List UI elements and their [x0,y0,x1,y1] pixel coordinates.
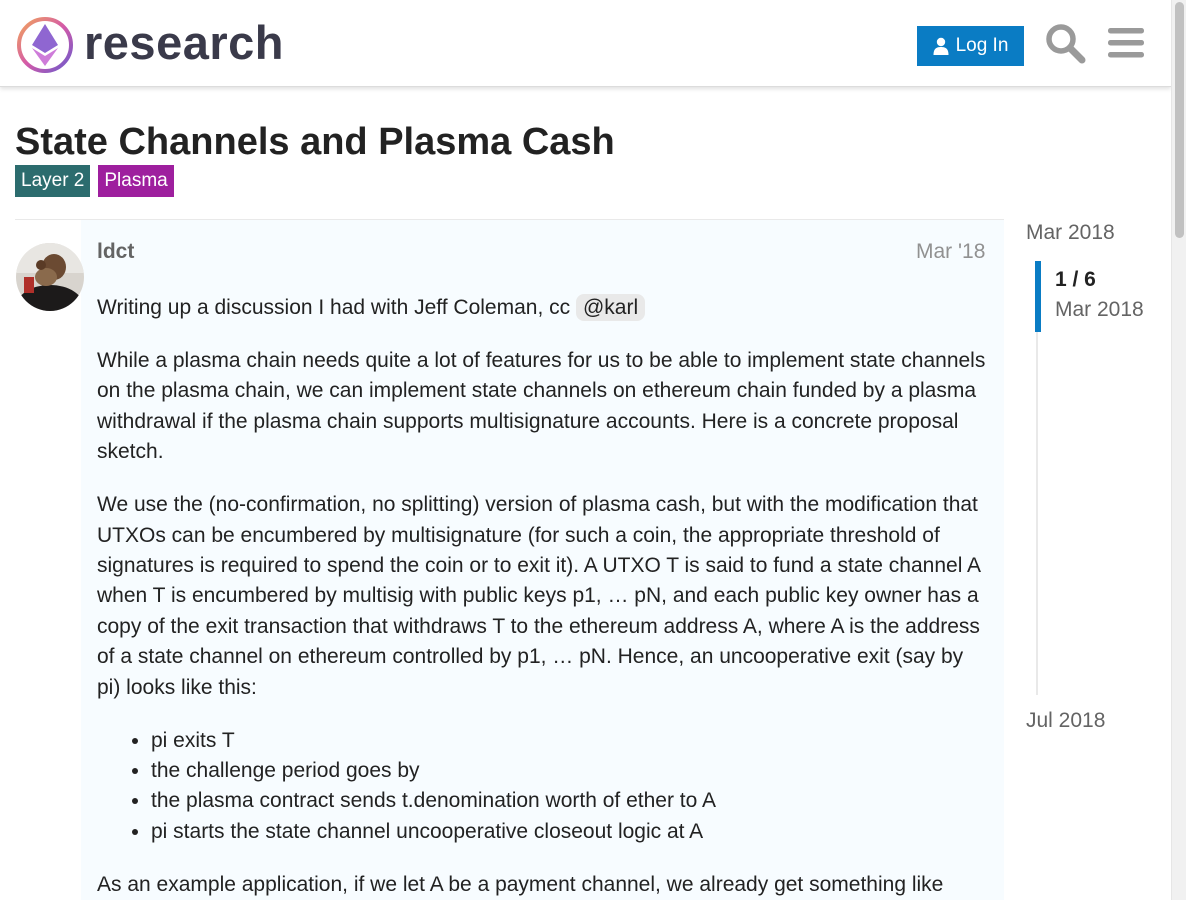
post-username[interactable]: ldct [97,240,134,264]
post-paragraph-2: We use the (no-confirmation, no splittin… [97,493,980,699]
avatar-image [16,243,84,311]
page-scrollbar[interactable] [1171,0,1186,900]
list-item: pi starts the state channel uncooperativ… [151,817,992,847]
topic-title[interactable]: State Channels and Plasma Cash [15,120,615,164]
timeline-position: 1 / 6 [1055,268,1096,291]
site-header: research Log In [0,0,1171,87]
post-content: Writing up a discussion I had with Jeff … [97,293,992,923]
timeline-current-date: Mar 2018 [1055,298,1144,321]
tag-layer-2[interactable]: Layer 2 [15,165,91,197]
post-paragraph-3: As an example application, if we let A b… [97,872,944,896]
list-item: pi exits T [151,726,992,756]
tag-plasma[interactable]: Plasma [98,165,174,197]
post-intro-text: Writing up a discussion I had with Jeff … [97,296,576,319]
mention-karl[interactable]: @karl [575,294,646,321]
logo-icon[interactable] [16,16,74,74]
timeline-handle[interactable] [1035,261,1041,332]
topic-tags: Layer 2 Plasma [15,165,174,197]
user-icon [933,37,949,55]
logo-text[interactable]: research [84,14,284,72]
exit-steps-list: pi exits T the challenge period goes by … [97,726,992,848]
hamburger-menu-icon[interactable] [1106,22,1148,64]
timeline-end-date[interactable]: Jul 2018 [1026,709,1105,733]
post-paragraph-1: While a plasma chain needs quite a lot o… [97,349,986,464]
login-button[interactable]: Log In [917,26,1024,66]
post-intro: Writing up a discussion I had with Jeff … [97,293,992,323]
post-date[interactable]: Mar '18 [916,240,985,264]
list-item: the plasma contract sends t.denomination… [151,786,992,816]
scrollbar-thumb[interactable] [1175,2,1184,238]
timeline-start-date[interactable]: Mar 2018 [1026,221,1115,245]
avatar[interactable] [16,243,84,311]
login-label: Log In [955,35,1009,56]
list-item: the challenge period goes by [151,756,992,786]
search-icon[interactable] [1044,22,1086,64]
